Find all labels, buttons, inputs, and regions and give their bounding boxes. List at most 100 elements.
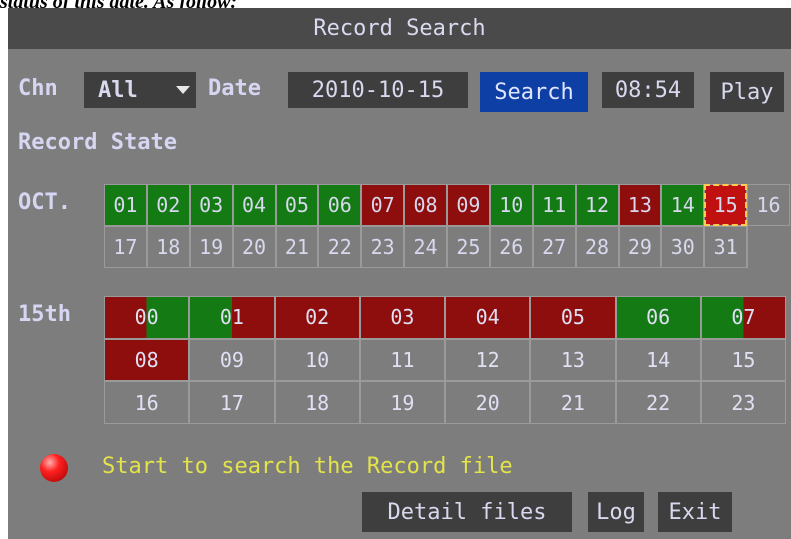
date-field[interactable]: 2010-10-15 (288, 72, 468, 108)
calendar-day[interactable]: 28 (575, 226, 619, 268)
hour-label: 22 (646, 390, 671, 415)
hour-label: 11 (390, 347, 415, 372)
hour-slot[interactable]: 10 (274, 338, 360, 382)
calendar-day[interactable]: 17 (104, 226, 147, 268)
hour-label: 12 (475, 347, 500, 372)
detail-files-button[interactable]: Detail files (362, 492, 572, 532)
calendar-day[interactable]: 29 (618, 226, 662, 268)
calendar-day[interactable]: 22 (318, 226, 362, 268)
hour-slot[interactable]: 09 (189, 338, 275, 382)
calendar-day[interactable]: 18 (146, 226, 190, 268)
hour-label: 03 (390, 305, 415, 330)
calendar-day[interactable]: 09 (447, 184, 490, 226)
calendar-day[interactable]: 08 (404, 184, 447, 226)
month-label: OCT. (18, 190, 71, 215)
hour-label: 16 (134, 390, 159, 415)
calendar-day[interactable]: 30 (661, 226, 705, 268)
hour-slot[interactable]: 05 (530, 296, 616, 339)
hour-slot[interactable]: 04 (445, 296, 531, 339)
hour-slot[interactable]: 07 (700, 296, 786, 339)
calendar-day[interactable]: 01 (104, 184, 147, 226)
hour-label: 01 (219, 305, 244, 330)
hour-label: 06 (646, 305, 671, 330)
hour-slot[interactable]: 16 (104, 381, 190, 424)
hour-slot[interactable]: 03 (359, 296, 445, 339)
hour-slot[interactable]: 01 (189, 296, 275, 339)
hour-slot[interactable]: 18 (274, 381, 360, 424)
status-led-icon (40, 454, 68, 482)
window-title: Record Search (8, 8, 791, 49)
calendar-day (747, 226, 790, 268)
hour-slot[interactable]: 15 (700, 338, 786, 382)
calendar-day[interactable]: 26 (489, 226, 533, 268)
calendar-day[interactable]: 15 (704, 184, 748, 226)
hour-label: 00 (134, 305, 159, 330)
calendar-day[interactable]: 16 (747, 184, 790, 226)
calendar-day[interactable]: 27 (532, 226, 576, 268)
calendar-day[interactable]: 20 (232, 226, 276, 268)
hour-slot[interactable]: 11 (359, 338, 445, 382)
hour-label: 15 (731, 347, 756, 372)
hour-label: 10 (305, 347, 330, 372)
hour-slot[interactable]: 17 (189, 381, 275, 424)
calendar-day[interactable]: 24 (404, 226, 447, 268)
chn-label: Chn (18, 76, 58, 101)
channel-select-value: All (98, 77, 138, 103)
hour-label: 17 (219, 390, 244, 415)
calendar-day[interactable]: 07 (361, 184, 405, 226)
day-label: 15th (18, 302, 71, 327)
hour-slot[interactable]: 13 (530, 338, 616, 382)
search-button[interactable]: Search (480, 72, 588, 112)
hour-label: 08 (134, 347, 159, 372)
hour-slot[interactable]: 23 (700, 381, 786, 424)
calendar-day[interactable]: 05 (275, 184, 319, 226)
date-label: Date (208, 76, 261, 101)
hour-slot[interactable]: 19 (359, 381, 445, 424)
time-field[interactable]: 08:54 (602, 72, 694, 108)
calendar-day[interactable]: 06 (318, 184, 362, 226)
record-search-window: Record Search Chn All Date 2010-10-15 Se… (8, 8, 791, 539)
log-button[interactable]: Log (588, 492, 644, 532)
calendar-day[interactable]: 14 (661, 184, 705, 226)
hour-slot[interactable]: 02 (274, 296, 360, 339)
hour-timeline: 00 01 02 03 04 05 06 07 08 09 10 11 12 13 14 15 16 17 18 19… (104, 296, 786, 424)
status-message: Start to search the Record file (102, 454, 513, 479)
calendar-day[interactable]: 23 (361, 226, 405, 268)
calendar-day[interactable]: 31 (704, 226, 748, 268)
hour-slot[interactable]: 06 (615, 296, 701, 339)
chevron-down-icon (176, 86, 190, 94)
hour-label: 05 (560, 305, 585, 330)
calendar-day[interactable]: 03 (189, 184, 233, 226)
calendar-day[interactable]: 04 (232, 184, 276, 226)
hour-label: 09 (219, 347, 244, 372)
record-state-label: Record State (18, 130, 177, 155)
hour-slot[interactable]: 21 (530, 381, 616, 424)
hour-slot[interactable]: 22 (615, 381, 701, 424)
hour-slot[interactable]: 00 (104, 296, 190, 339)
calendar-day[interactable]: 11 (532, 184, 576, 226)
exit-button[interactable]: Exit (658, 492, 732, 532)
channel-select[interactable]: All (84, 72, 196, 108)
calendar-day[interactable]: 19 (189, 226, 233, 268)
hour-slot[interactable]: 20 (445, 381, 531, 424)
hour-label: 19 (390, 390, 415, 415)
month-calendar: 01 02 03 04 05 06 07 08 09 10 11 12 13 14 15 16 17 18 19 20… (104, 184, 790, 268)
hour-label: 13 (560, 347, 585, 372)
hour-label: 04 (475, 305, 500, 330)
hour-slot[interactable]: 08 (104, 338, 190, 382)
hour-slot[interactable]: 12 (445, 338, 531, 382)
hour-label: 18 (305, 390, 330, 415)
calendar-day[interactable]: 25 (447, 226, 490, 268)
calendar-day[interactable]: 21 (275, 226, 319, 268)
hour-label: 02 (305, 305, 330, 330)
hour-label: 21 (560, 390, 585, 415)
hour-label: 14 (646, 347, 671, 372)
calendar-day[interactable]: 13 (618, 184, 662, 226)
hour-label: 23 (731, 390, 756, 415)
calendar-day[interactable]: 10 (489, 184, 533, 226)
hour-label: 07 (731, 305, 756, 330)
calendar-day[interactable]: 02 (146, 184, 190, 226)
play-button[interactable]: Play (710, 72, 784, 112)
calendar-day[interactable]: 12 (575, 184, 619, 226)
hour-slot[interactable]: 14 (615, 338, 701, 382)
